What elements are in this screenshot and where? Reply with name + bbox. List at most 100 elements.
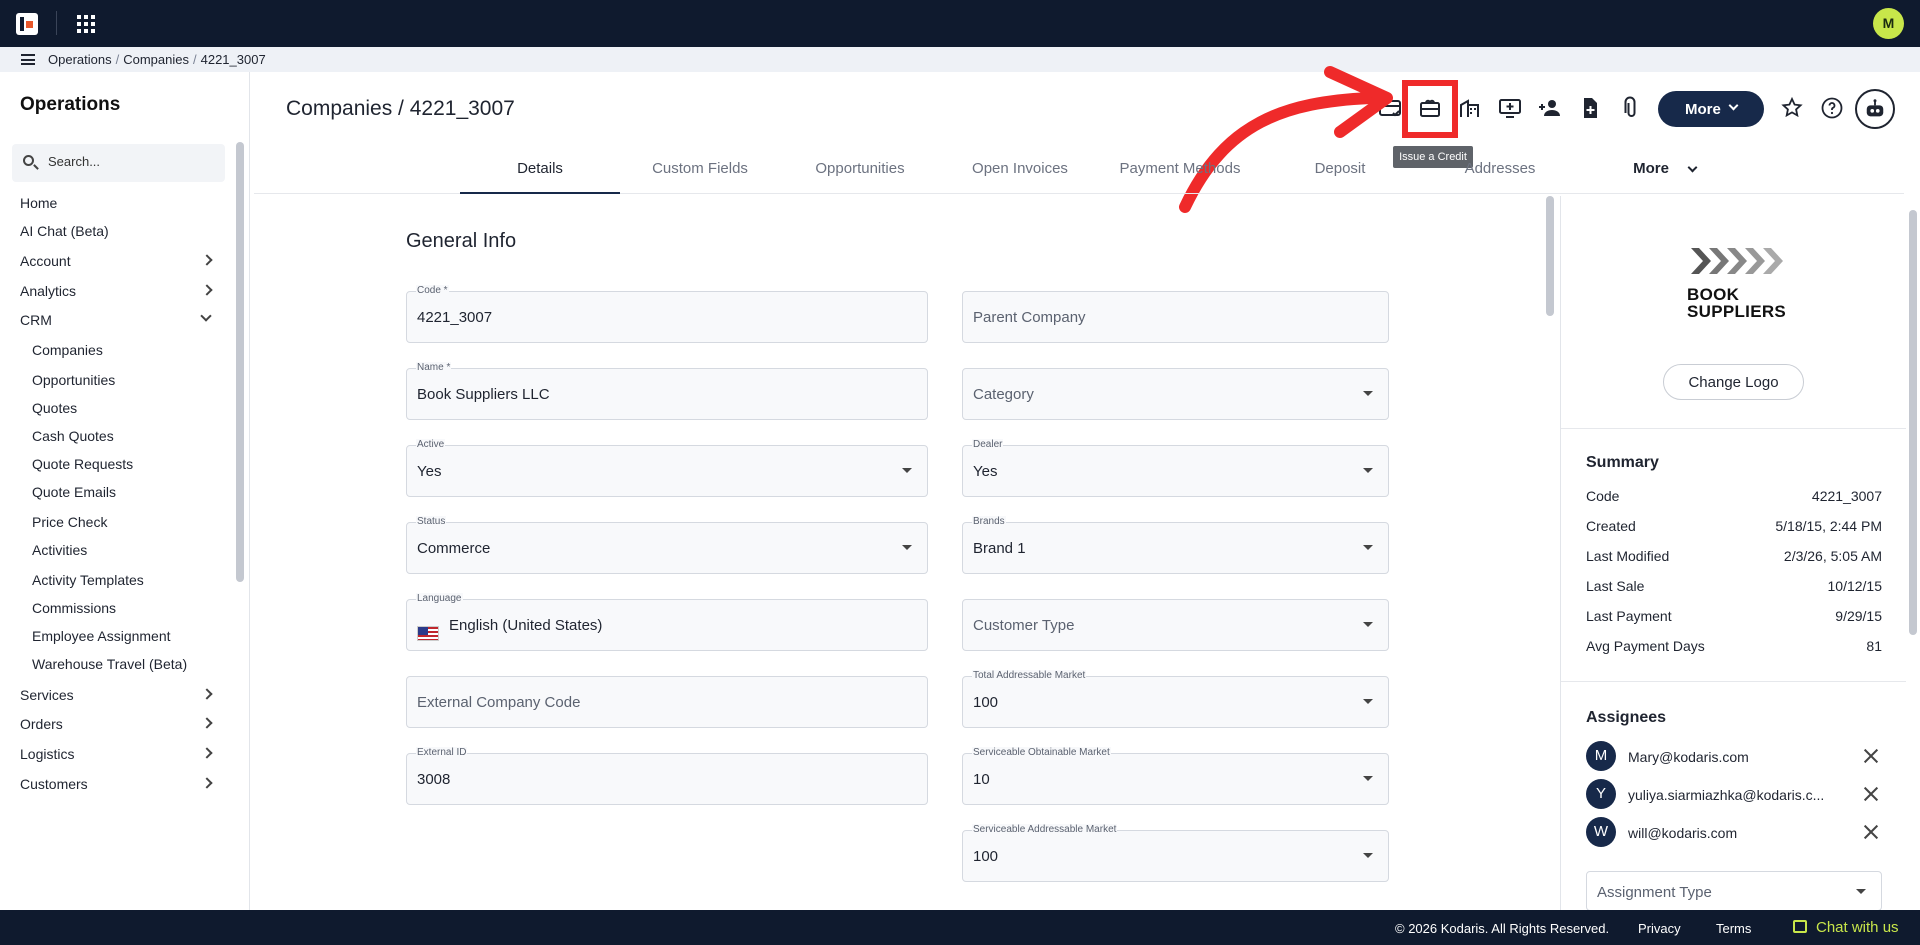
field-brands[interactable]: Brands Brand 1 bbox=[962, 516, 1389, 574]
sidebar-item-label: Home bbox=[20, 195, 58, 211]
sidebar-item-label: Opportunities bbox=[32, 372, 116, 388]
add-screen-icon[interactable] bbox=[1498, 96, 1522, 120]
summary-key: Code bbox=[1586, 488, 1620, 504]
dropdown-arrow-icon bbox=[1363, 622, 1373, 627]
field-external-id[interactable]: External ID 3008 bbox=[406, 747, 928, 805]
warehouse-icon[interactable] bbox=[1458, 96, 1482, 120]
chevron-down-icon bbox=[1728, 100, 1739, 111]
change-logo-button[interactable]: Change Logo bbox=[1663, 364, 1804, 400]
field-serviceable-obtainable-market[interactable]: Serviceable Obtainable Market 10 bbox=[962, 747, 1389, 805]
field-value: 4221_3007 bbox=[417, 309, 493, 326]
field-customer-type[interactable]: Customer Type bbox=[962, 599, 1389, 651]
tab-deposit[interactable]: Deposit bbox=[1260, 150, 1420, 194]
add-person-icon[interactable] bbox=[1538, 96, 1562, 120]
tab-bar: Details Custom Fields Opportunities Open In… bbox=[460, 150, 1698, 194]
privacy-link[interactable]: Privacy bbox=[1638, 921, 1681, 936]
sidebar-item-ai-chat-beta[interactable]: AI Chat (Beta) bbox=[0, 217, 235, 245]
remove-assignee-icon[interactable] bbox=[1862, 747, 1880, 765]
sidebar-item-logistics[interactable]: Logistics bbox=[0, 740, 235, 768]
assignment-type-select[interactable]: Assignment Type bbox=[1586, 871, 1882, 911]
tab-details[interactable]: Details bbox=[460, 150, 620, 194]
sidebar-item-activity-templates[interactable]: Activity Templates bbox=[0, 566, 235, 594]
sidebar-item-label: Warehouse Travel (Beta) bbox=[32, 656, 188, 672]
user-avatar[interactable]: M bbox=[1873, 8, 1904, 39]
field-label: Total Addressable Market bbox=[972, 670, 1087, 681]
dropdown-arrow-icon bbox=[1363, 699, 1373, 704]
us-flag-icon bbox=[417, 626, 439, 641]
sidebar-search[interactable] bbox=[12, 144, 225, 182]
sidebar-item-employee-assignment[interactable]: Employee Assignment bbox=[0, 622, 235, 650]
menu-icon[interactable] bbox=[21, 54, 35, 65]
field-label: Language bbox=[416, 593, 463, 604]
panel-scrollbar[interactable] bbox=[1909, 210, 1917, 635]
remove-assignee-icon[interactable] bbox=[1862, 785, 1880, 803]
field-parent-company[interactable]: Parent Company bbox=[962, 291, 1389, 343]
add-file-icon[interactable] bbox=[1578, 96, 1602, 120]
field-language[interactable]: Language English (United States) bbox=[406, 593, 928, 651]
ai-assistant-button[interactable] bbox=[1855, 89, 1895, 129]
attachment-icon[interactable] bbox=[1618, 96, 1642, 120]
sidebar-item-cash-quotes[interactable]: Cash Quotes bbox=[0, 422, 235, 450]
field-external-company-code[interactable]: External Company Code bbox=[406, 676, 928, 728]
field-dealer[interactable]: Dealer Yes bbox=[962, 439, 1389, 497]
summary-row-last-sale: Last Sale 10/12/15 bbox=[1586, 578, 1882, 594]
sidebar-scrollbar[interactable] bbox=[236, 142, 244, 582]
field-label: Dealer bbox=[972, 439, 1004, 450]
tab-opportunities[interactable]: Opportunities bbox=[780, 150, 940, 194]
sidebar-item-activities[interactable]: Activities bbox=[0, 536, 235, 564]
sidebar-item-quote-requests[interactable]: Quote Requests bbox=[0, 450, 235, 478]
breadcrumb-companies[interactable]: Companies bbox=[123, 52, 189, 67]
tab-more[interactable]: More bbox=[1620, 150, 1700, 194]
sidebar-item-account[interactable]: Account bbox=[0, 247, 235, 275]
search-input[interactable] bbox=[48, 154, 218, 169]
company-side-panel: BOOK SUPPLIERS Change Logo Summary Code 42… bbox=[1560, 196, 1906, 911]
summary-key: Last Sale bbox=[1586, 578, 1645, 594]
sidebar-item-commissions[interactable]: Commissions bbox=[0, 594, 235, 622]
assignee-avatar: M bbox=[1586, 741, 1616, 771]
sidebar-item-price-check[interactable]: Price Check bbox=[0, 508, 235, 536]
sidebar-item-quotes[interactable]: Quotes bbox=[0, 394, 235, 422]
star-icon[interactable] bbox=[1780, 96, 1804, 120]
breadcrumb-operations[interactable]: Operations bbox=[48, 52, 112, 67]
tab-addresses[interactable]: Addresses bbox=[1420, 150, 1580, 194]
field-total-addressable-market[interactable]: Total Addressable Market 100 bbox=[962, 670, 1389, 728]
sidebar-item-label: AI Chat (Beta) bbox=[20, 223, 109, 239]
sidebar-item-label: Cash Quotes bbox=[32, 428, 114, 444]
field-status[interactable]: Status Commerce bbox=[406, 516, 928, 574]
sidebar-item-opportunities[interactable]: Opportunities bbox=[0, 366, 235, 394]
field-placeholder: External Company Code bbox=[417, 694, 581, 711]
field-label: Serviceable Obtainable Market bbox=[972, 747, 1111, 758]
help-icon[interactable] bbox=[1820, 96, 1844, 120]
apps-grid-icon[interactable] bbox=[77, 15, 95, 33]
sidebar-item-label: Quote Requests bbox=[32, 456, 134, 472]
field-serviceable-addressable-market[interactable]: Serviceable Addressable Market 100 bbox=[962, 824, 1389, 882]
sidebar-item-crm[interactable]: CRM bbox=[0, 306, 235, 334]
field-code[interactable]: Code * 4221_3007 bbox=[406, 285, 928, 343]
terms-link[interactable]: Terms bbox=[1716, 921, 1751, 936]
form-scrollbar[interactable] bbox=[1546, 196, 1554, 316]
sidebar-item-quote-emails[interactable]: Quote Emails bbox=[0, 478, 235, 506]
field-name[interactable]: Name * Book Suppliers LLC bbox=[406, 362, 928, 420]
sidebar-item-warehouse-travel-beta[interactable]: Warehouse Travel (Beta) bbox=[0, 650, 235, 678]
field-label: External ID bbox=[416, 747, 468, 758]
more-actions-button[interactable]: More bbox=[1658, 91, 1764, 127]
kodaris-logo[interactable] bbox=[16, 13, 38, 35]
tab-custom-fields[interactable]: Custom Fields bbox=[620, 150, 780, 194]
tab-payment-methods[interactable]: Payment Methods bbox=[1100, 150, 1260, 194]
summary-title: Summary bbox=[1586, 454, 1659, 471]
sidebar-item-orders[interactable]: Orders bbox=[0, 710, 235, 738]
field-category[interactable]: Category bbox=[962, 368, 1389, 420]
tab-open-invoices[interactable]: Open Invoices bbox=[940, 150, 1100, 194]
sidebar-item-home[interactable]: Home bbox=[0, 189, 235, 217]
field-active[interactable]: Active Yes bbox=[406, 439, 928, 497]
sidebar-item-customers[interactable]: Customers bbox=[0, 770, 235, 798]
assignee-email: will@kodaris.com bbox=[1628, 825, 1738, 841]
sidebar-item-label: Price Check bbox=[32, 514, 108, 530]
sidebar-item-services[interactable]: Services bbox=[0, 681, 235, 709]
summary-key: Last Modified bbox=[1586, 548, 1670, 564]
dropdown-arrow-icon bbox=[1363, 468, 1373, 473]
breadcrumb-bar: Operations / Companies/4221_3007 bbox=[0, 47, 1920, 72]
remove-assignee-icon[interactable] bbox=[1862, 823, 1880, 841]
sidebar-item-analytics[interactable]: Analytics bbox=[0, 277, 235, 305]
sidebar-item-companies[interactable]: Companies bbox=[0, 336, 235, 364]
